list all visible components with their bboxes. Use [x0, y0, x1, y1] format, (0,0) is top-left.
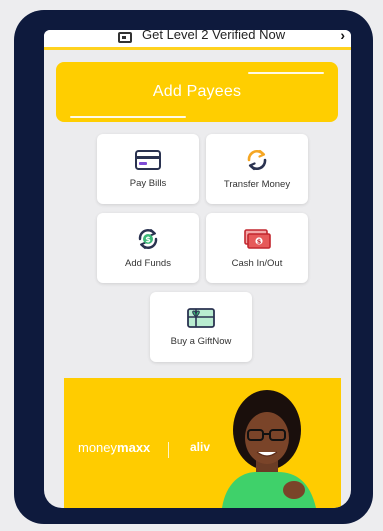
tile-label: Transfer Money — [223, 178, 291, 190]
buy-giftnow-button[interactable]: Buy a GiftNow — [150, 292, 252, 362]
tile-label: Cash In/Out — [231, 257, 283, 269]
stage: Get Level 2 Verified Now › Add Payees Pa… — [0, 0, 383, 531]
cash-in-out-button[interactable]: $ Cash In/Out — [206, 213, 308, 283]
decor-line — [248, 72, 324, 74]
promo-banner[interactable]: money maxx aliv — [64, 378, 341, 508]
verification-banner[interactable]: Get Level 2 Verified Now › — [44, 30, 351, 50]
logo-word-money: money — [78, 440, 118, 455]
tile-label: Add Funds — [125, 257, 171, 269]
logo-divider — [168, 442, 169, 458]
tile-label: Buy a GiftNow — [170, 335, 232, 347]
svg-text:$: $ — [145, 235, 151, 244]
aliv-logo: aliv — [190, 440, 211, 454]
decor-line — [70, 116, 186, 118]
pay-bills-button[interactable]: Pay Bills — [97, 134, 199, 204]
moneymaxx-logo: money maxx — [78, 440, 150, 455]
app-screen: Get Level 2 Verified Now › Add Payees Pa… — [44, 30, 351, 508]
add-funds-button[interactable]: $ Add Funds — [97, 213, 199, 283]
add-payees-label: Add Payees — [152, 83, 242, 100]
cash-icon: $ — [244, 228, 271, 249]
chevron-right-icon: › — [340, 30, 345, 43]
gift-card-icon — [187, 307, 215, 328]
promo-person-illustration — [222, 390, 316, 508]
logo-word-maxx: maxx — [117, 440, 151, 455]
card-icon — [135, 149, 161, 170]
add-payees-button[interactable]: Add Payees — [56, 62, 338, 122]
transfer-money-button[interactable]: Transfer Money — [206, 134, 308, 204]
svg-text:$: $ — [257, 237, 262, 245]
dollar-refresh-icon: $ — [138, 228, 158, 249]
verification-text: Get Level 2 Verified Now — [142, 30, 286, 42]
id-card-icon — [118, 32, 132, 43]
tile-label: Pay Bills — [129, 177, 167, 189]
refresh-icon — [247, 149, 267, 170]
